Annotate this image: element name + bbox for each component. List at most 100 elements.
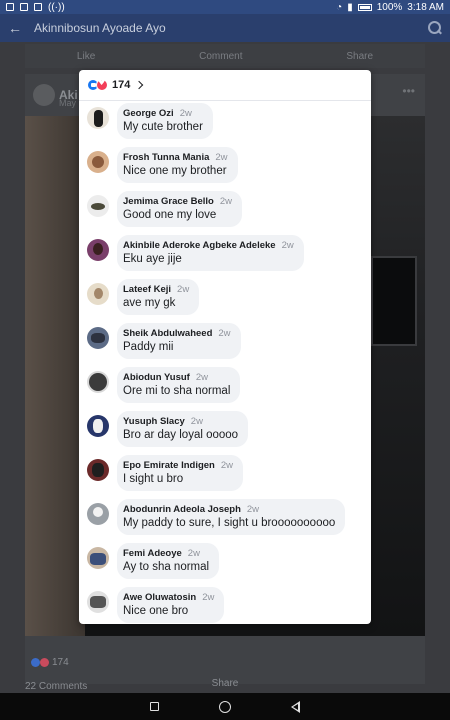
comment: Frosh Tunna Mania 2w Nice one my brother [87,147,238,183]
comment-text: Ay to sha normal [123,561,210,573]
message-icon [34,3,42,11]
comment-time: 2w [195,372,209,383]
avatar[interactable] [87,151,109,173]
comment-bubble: Femi Adeoye 2w Ay to sha normal [117,543,220,579]
recent-apps-icon[interactable] [150,702,159,711]
avatar[interactable] [87,371,109,393]
status-bar: ((·)) ◔ ▮ 100% 3:18 AM [0,0,450,14]
post-action-row: Like Comment Share [25,44,425,68]
wifi-icon: ◔ [336,1,343,13]
chevron-right-icon[interactable] [135,80,144,90]
comment: Femi Adeoye 2w Ay to sha normal [87,543,220,579]
modal-header[interactable]: 174 [79,70,371,101]
comment: Awe Oluwatosin 2w Nice one bro [87,587,225,623]
comment-time: 2w [190,416,203,427]
commenter-name[interactable]: Epo Emirate Indigen [123,460,215,471]
comment-time: 2w [246,504,260,515]
commenter-name[interactable]: Frosh Tunna Mania [123,152,209,163]
comment: Yusuph Slacy 2w Bro ar day loyal ooooo [87,411,249,447]
comment-text: My paddy to sure, I sight u broooooooooo [123,517,336,529]
back-arrow-icon[interactable]: ← [8,20,26,36]
commenter-name[interactable]: Jemima Grace Bello [123,196,214,207]
comment-time: 2w [187,548,200,559]
comment-bubble: Akinbile Aderoke Agbeke Adeleke 2w Eku ay… [117,235,304,271]
avatar[interactable] [87,591,109,613]
comment-bubble: Yusuph Slacy 2w Bro ar day loyal ooooo [117,411,249,447]
footer-share-button[interactable]: Share [25,678,425,693]
comment-text: I sight u bro [123,473,184,485]
avatar[interactable] [87,283,109,305]
comment-time: 2w [202,592,215,603]
avatar[interactable] [87,459,109,481]
comment-bubble: George Ozi 2w My cute brother [117,103,213,139]
avatar[interactable] [87,195,109,217]
post-date: May [59,98,77,108]
photo-window [371,256,417,346]
comment: Abodunrin Adeola Joseph 2w My paddy to su… [87,499,346,535]
search-icon[interactable] [428,21,442,35]
comment-time: 2w [219,196,232,207]
comment-text: Eku aye jije [123,253,182,265]
share-button[interactable]: Share [346,51,373,62]
commenter-name[interactable]: Akinbile Aderoke Agbeke Adeleke [123,240,276,251]
avatar[interactable] [87,503,109,525]
comment-time: 2w [177,284,190,295]
comment-text: Paddy mii [123,341,174,353]
comment-bubble: Epo Emirate Indigen 2w I sight u bro [117,455,244,491]
comment-text: Good one my love [123,209,217,221]
comment-time: 2w [281,240,294,251]
app-header: ← Akinnibosun Ayoade Ayo [0,14,450,42]
comment-bubble: Jemima Grace Bello 2w Good one my love [117,191,242,227]
comment-time: 2w [179,108,192,119]
comment-button[interactable]: Comment [199,51,242,62]
reaction-summary[interactable]: 174 [31,657,69,668]
back-icon[interactable] [291,700,300,713]
post-author-avatar[interactable] [33,84,55,106]
comment-bubble: Abiodun Yusuf 2w Ore mi to sha normal [117,367,241,403]
comment-time: 2w [215,152,228,163]
commenter-name[interactable]: Yusuph Slacy [123,416,185,427]
more-options-icon[interactable]: ••• [402,84,415,98]
avatar[interactable] [87,415,109,437]
battery-level: 100% [376,1,403,13]
gallery-icon [20,3,28,11]
commenter-name[interactable]: Abodunrin Adeola Joseph [123,504,241,515]
system-nav-bar [0,693,450,720]
commenter-name[interactable]: Awe Oluwatosin [123,592,196,603]
commenter-name[interactable]: Abiodun Yusuf [123,372,190,383]
reaction-count: 174 [52,656,69,668]
avatar[interactable] [87,107,109,129]
comment-text: Nice one bro [123,605,189,617]
comment-bubble: Lateef Keji 2w ave my gk [117,279,200,315]
comment-text: Ore mi to sha normal [123,385,231,397]
post-footer: 174 22 Comments [25,650,425,693]
love-reaction-icon [40,657,49,667]
avatar[interactable] [87,547,109,569]
commenter-name[interactable]: George Ozi [123,108,174,119]
modal-reaction-count: 174 [112,79,131,91]
notification-icon [6,3,14,11]
clock: 3:18 AM [407,1,444,13]
comment-bubble: Sheik Abdulwaheed 2w Paddy mii [117,323,241,359]
reaction-icons [87,78,108,91]
comment-time: 2w [218,328,231,339]
signal-broadcast-icon: ((·)) [48,1,65,13]
comment-text: Bro ar day loyal ooooo [123,429,239,441]
comment: Lateef Keji 2w ave my gk [87,279,200,315]
battery-icon [357,3,372,11]
comment: Sheik Abdulwaheed 2w Paddy mii [87,323,241,359]
signal-icon: ▮ [347,1,353,13]
avatar[interactable] [87,327,109,349]
like-button[interactable]: Like [77,51,95,62]
header-title: Akinnibosun Ayoade Ayo [34,21,166,35]
comment-text: My cute brother [123,121,203,133]
comment-bubble: Frosh Tunna Mania 2w Nice one my brother [117,147,238,183]
commenter-name[interactable]: Sheik Abdulwaheed [123,328,212,339]
comment-bubble: Abodunrin Adeola Joseph 2w My paddy to su… [117,499,346,535]
comment: Jemima Grace Bello 2w Good one my love [87,191,242,227]
home-icon[interactable] [219,700,231,713]
commenter-name[interactable]: Femi Adeoye [123,548,182,559]
avatar[interactable] [87,239,109,261]
commenter-name[interactable]: Lateef Keji [123,284,171,295]
comment-time: 2w [220,460,234,471]
